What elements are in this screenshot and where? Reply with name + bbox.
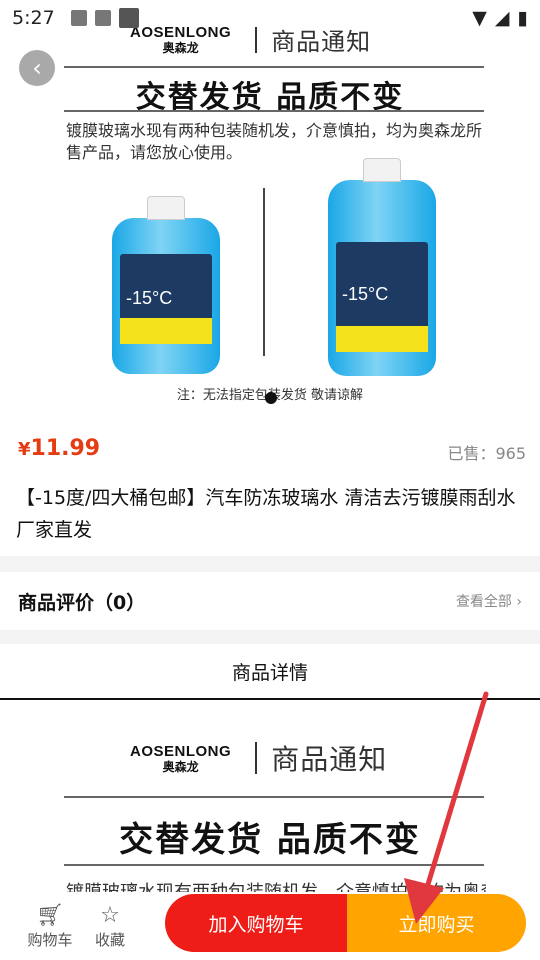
battery-icon: ▮ [517,7,528,29]
reviews-label: 商品评价（0） [18,591,146,614]
brand-header: AOSENLONG 奥森龙 商品通知 [130,738,387,778]
section-gap [0,556,540,572]
chevron-left-icon: ‹ [32,54,42,82]
bottle-label: -15°C [336,242,428,352]
currency-symbol: ¥ [18,439,31,460]
view-all-reviews-link[interactable]: 查看全部 › [456,591,522,611]
wifi-icon: ▼ [472,7,487,29]
add-to-cart-button[interactable]: 加入购物车 [165,894,347,952]
bottle-label: -15°C [120,254,212,344]
bottle-image-left: -15°C [112,196,220,374]
brand-name-cn: 奥森龙 [162,759,199,774]
buy-now-button[interactable]: 立即购买 [347,894,526,952]
carousel-indicator-dot[interactable] [265,392,277,404]
status-bar: 5:27 ▼ ◢ ▮ [0,0,540,36]
cart-nav-button[interactable]: 🛒︎ 购物车 [16,903,84,950]
image-description: 镀膜玻璃水现有两种包装随机发，介意慎拍，均为奥森龙所售产品，请您放心使用。 [66,878,486,892]
star-icon: ☆ [100,902,120,928]
image-description: 镀膜玻璃水现有两种包装随机发，介意慎拍，均为奥森龙所售产品，请您放心使用。 [66,121,483,162]
image-headline: 交替发货 品质不变 [119,820,421,860]
product-price: ¥11.99 [18,436,100,461]
sold-count: 已售：965 [447,444,526,463]
product-details-tab[interactable]: 商品详情 [0,644,540,700]
brand-logo: AOSENLONG 奥森龙 [130,744,231,773]
back-button[interactable]: ‹ [19,50,55,86]
divider-line [64,66,484,68]
bottle-temp-text: -15°C [342,284,389,304]
product-image-carousel[interactable]: ‹ AOSENLONG 奥森龙 商品通知 交替发货 品质不变 镀膜玻璃水现有两种… [0,0,540,420]
product-info-card: ¥11.99 已售：965 【-15度/四大桶包邮】汽车防冻玻璃水 清洁去污镀膜… [0,420,540,556]
cart-nav-label: 购物车 [27,930,73,949]
bottle-temp-text: -15°C [126,288,173,308]
brand-separator [255,742,258,774]
divider-line [64,864,484,866]
status-right-icons: ▼ ◢ ▮ [472,7,528,29]
brand-name-en: AOSENLONG [130,742,232,760]
shopping-cart-icon: 🛒︎ [36,902,64,928]
favorite-label: 收藏 [94,930,125,949]
bottle-image-right: -15°C [328,158,436,376]
app-notification-icon [94,10,111,26]
detail-image: AOSENLONG 奥森龙 商品通知 交替发货 品质不变 镀膜玻璃水现有两种包装… [0,702,540,892]
favorite-button[interactable]: ☆ 收藏 [76,903,144,950]
status-time: 5:27 [12,7,55,29]
product-title: 【-15度/四大桶包邮】汽车防冻玻璃水 清洁去污镀膜雨刮水 厂家直发 [16,487,516,541]
bottle-cap [147,196,185,220]
reviews-row[interactable]: 商品评价（0） 查看全部 › [0,572,540,630]
square-notification-icon [118,8,139,28]
divider-line [64,110,484,112]
price-value: 11.99 [30,436,101,461]
signal-icon: ◢ [494,7,510,29]
image-notification-icon [70,10,87,26]
brand-name-cn: 奥森龙 [162,41,199,55]
divider-line [64,796,484,798]
section-gap [0,630,540,644]
image-vertical-divider [263,188,265,356]
notice-title: 商品通知 [271,743,388,776]
bottle-cap [363,158,401,182]
